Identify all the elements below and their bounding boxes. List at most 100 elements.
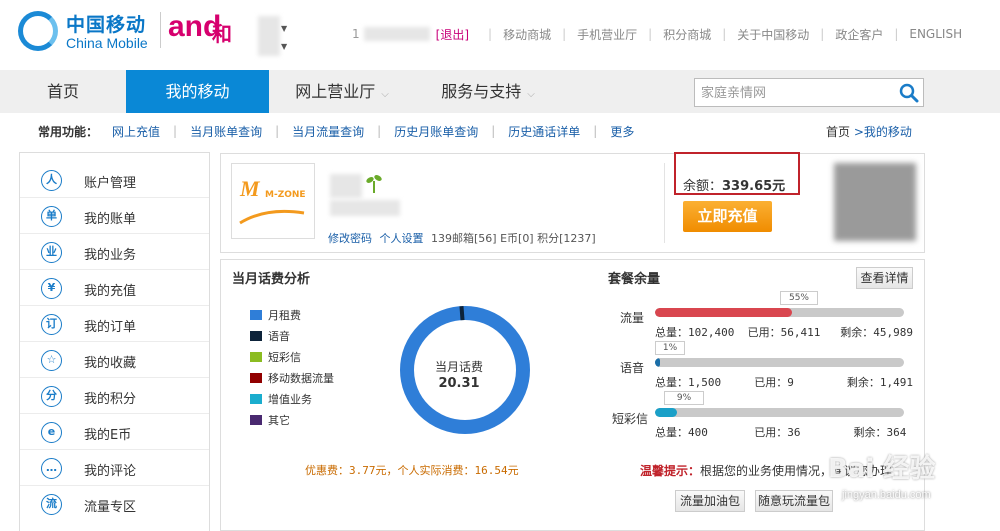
- breadcrumb-arrow: >: [853, 125, 864, 139]
- user-menu-chevron-icon[interactable]: ▼: [281, 24, 287, 33]
- sidebar-item-favorites[interactable]: ☆ 我的收藏: [20, 342, 209, 378]
- discount-note: 优惠费：3.77元，个人实际消费：16.54元: [305, 464, 519, 477]
- shortcut-monthly-traffic[interactable]: 当月流量查询: [292, 123, 364, 140]
- account-stats: 139邮箱[56] E币[0] 积分[1237]: [431, 232, 596, 245]
- shortcut-recharge[interactable]: 网上充值: [112, 123, 160, 140]
- logo-he-text: 和: [212, 22, 232, 46]
- china-mobile-logo[interactable]: 中国移动 China Mobile: [18, 8, 158, 52]
- legend-swatch: [250, 331, 262, 341]
- balance-label: 余额：: [683, 179, 723, 194]
- search-icon[interactable]: [899, 83, 919, 103]
- top-link-points-mall[interactable]: 积分商城: [663, 26, 711, 43]
- shortcut-title: 常用功能：: [38, 124, 99, 139]
- sidebar-item-bill[interactable]: 单我的账单: [20, 198, 209, 234]
- personal-settings-link[interactable]: 个人设置: [380, 232, 424, 245]
- person-icon: 人: [41, 170, 62, 191]
- nav-online-hall[interactable]: 网上营业厅 ⌵: [269, 70, 415, 113]
- top-link-mobile-hall[interactable]: 手机营业厅: [577, 26, 637, 43]
- legend-item: 移动数据流量: [250, 371, 334, 385]
- sidebar-item-account[interactable]: 人账户管理: [20, 162, 209, 198]
- shortcut-history-bill[interactable]: 历史月账单查询: [394, 123, 478, 140]
- legend-swatch: [250, 352, 262, 362]
- traffic-addon-button[interactable]: 流量加油包: [675, 490, 745, 512]
- top-link-enterprise[interactable]: 政企客户: [835, 26, 883, 43]
- baidu-watermark: Bai 经验: [828, 454, 936, 484]
- legend-item: 短彩信: [250, 350, 301, 364]
- chevron-down-icon: ⌵: [527, 89, 535, 100]
- sidebar-item-recharge[interactable]: ¥ 我的充值: [20, 270, 209, 306]
- order-icon: 订: [41, 314, 62, 335]
- sidebar-item-business[interactable]: 业我的业务: [20, 234, 209, 270]
- user-phone-number: 1: [352, 27, 360, 41]
- nav-home[interactable]: 首页: [0, 70, 126, 113]
- legend-item: 语音: [250, 329, 290, 343]
- traffic-label: 流量: [620, 311, 645, 325]
- traffic-stats: 总量：102,400 已用：56,411 剩余：45,989: [655, 326, 913, 339]
- top-header: 中国移动 China Mobile and 和 ▼ ▼ 1 [退出] | 移动商…: [0, 0, 1000, 70]
- logo-divider: [160, 12, 161, 48]
- sidebar-item-comments[interactable]: … 我的评论: [20, 450, 209, 486]
- top-link-mall[interactable]: 移动商城: [503, 26, 551, 43]
- star-icon: ☆: [41, 350, 62, 371]
- legend-item: 月租费: [250, 308, 301, 322]
- legend-swatch: [250, 310, 262, 320]
- legend-item: 增值业务: [250, 392, 312, 406]
- sidebar: 人账户管理 单我的账单 业我的业务 ¥ 我的充值 订我的订单 ☆ 我的收藏 分我的积…: [19, 152, 210, 531]
- shortcut-call-details[interactable]: 历史通话详单: [508, 123, 580, 140]
- traffic-progress-bar: [655, 308, 904, 317]
- bill-icon: 单: [41, 206, 62, 227]
- qr-code-blurred[interactable]: [834, 163, 916, 241]
- user-menu-chevron2-icon[interactable]: ▼: [281, 42, 287, 51]
- voice-stats: 总量：1,500 已用：9 剩余：1,491: [655, 376, 913, 389]
- traffic-percent: 55%: [780, 291, 818, 305]
- sms-percent: 9%: [664, 391, 704, 405]
- sidebar-item-orders[interactable]: 订我的订单: [20, 306, 209, 342]
- sms-label: 短彩信: [612, 412, 649, 426]
- ecoin-icon: e: [41, 422, 62, 443]
- search-input[interactable]: [701, 83, 891, 103]
- account-divider: [664, 163, 665, 243]
- package-title: 套餐余量: [608, 272, 661, 287]
- recharge-button[interactable]: 立即充值: [683, 201, 772, 232]
- top-link-english[interactable]: ENGLISH: [909, 27, 962, 41]
- chevron-down-icon: ⌵: [381, 89, 389, 100]
- nav-my-mobile[interactable]: 我的移动: [126, 70, 269, 113]
- tip-label: 温馨提示：: [640, 464, 701, 478]
- sidebar-item-ecoin[interactable]: e 我的E币: [20, 414, 209, 450]
- traffic-progress-fill: [655, 308, 792, 317]
- sms-stats: 总量：400 已用：36 剩余：364: [655, 426, 907, 439]
- balance-value: 339.65元: [722, 179, 786, 194]
- voice-label: 语音: [620, 361, 645, 375]
- search-box: [694, 78, 924, 107]
- account-links: 修改密码 个人设置 139邮箱[56] E币[0] 积分[1237]: [328, 230, 596, 246]
- logo-en-text: China Mobile: [66, 35, 148, 51]
- shortcut-more[interactable]: 更多: [610, 123, 634, 140]
- voice-progress-bar: [655, 358, 904, 367]
- breadcrumb: 首页 >我的移动: [826, 123, 912, 140]
- top-links: 1 [退出] | 移动商城 | 手机营业厅 | 积分商城 | 关于中国移动 | …: [352, 26, 963, 43]
- nav-service-support[interactable]: 服务与支持 ⌵: [415, 70, 561, 113]
- user-phone-blurred: [363, 27, 430, 41]
- view-details-button[interactable]: 查看详情: [856, 267, 913, 289]
- and-he-logo[interactable]: and 和: [168, 6, 238, 50]
- breadcrumb-current[interactable]: 我的移动: [864, 125, 912, 139]
- mzone-logo-text: M-ZONE: [265, 190, 306, 200]
- free-traffic-pack-button[interactable]: 随意玩流量包: [755, 490, 833, 512]
- legend-swatch: [250, 373, 262, 383]
- fee-analysis-title: 当月话费分析: [232, 272, 311, 287]
- china-mobile-logo-icon: [18, 11, 58, 51]
- breadcrumb-home[interactable]: 首页: [826, 125, 850, 139]
- logout-link[interactable]: [退出]: [436, 26, 469, 43]
- change-password-link[interactable]: 修改密码: [328, 232, 372, 245]
- leaf-icon: [366, 175, 382, 193]
- logo-cn-text: 中国移动: [66, 14, 147, 36]
- sidebar-item-traffic[interactable]: 流流量专区: [20, 486, 209, 522]
- mzone-logo: M: [240, 176, 260, 201]
- legend-swatch: [250, 394, 262, 404]
- voice-progress-fill: [655, 358, 660, 367]
- donut-center-value: 20.31: [438, 376, 480, 391]
- baidu-watermark-url: jingyan.baidu.com: [842, 489, 931, 501]
- sidebar-item-points[interactable]: 分我的积分: [20, 378, 209, 414]
- shortcut-monthly-bill[interactable]: 当月账单查询: [190, 123, 262, 140]
- top-link-about[interactable]: 关于中国移动: [737, 26, 809, 43]
